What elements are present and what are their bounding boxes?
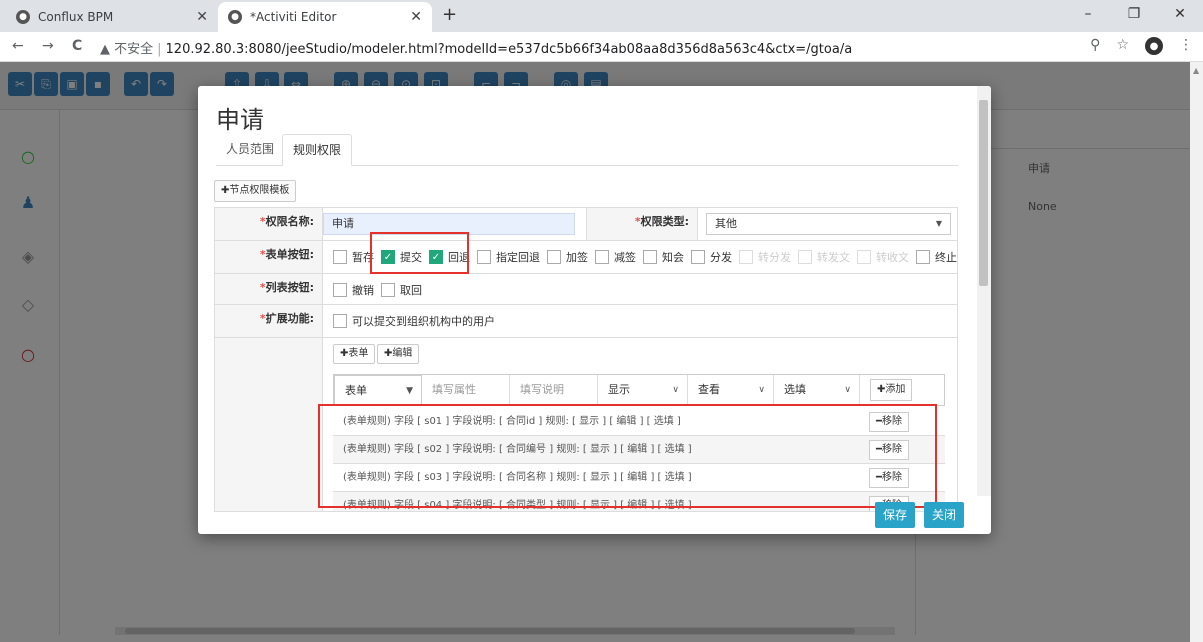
minimize-button[interactable]: – <box>1065 0 1111 32</box>
url-field[interactable]: ▲ 不安全 | 120.92.80.3:8080/jeeStudio/modeler… <box>100 38 852 57</box>
checkbox[interactable] <box>333 283 347 297</box>
window-controls: – ❐ ✕ <box>1065 0 1203 32</box>
checkbox[interactable] <box>691 250 705 264</box>
checkbox <box>798 250 812 264</box>
checkbox[interactable] <box>547 250 561 264</box>
checkbox[interactable] <box>595 250 609 264</box>
tab-title: Conflux BPM <box>38 10 114 24</box>
checkbox[interactable] <box>916 250 930 264</box>
checkbox <box>857 250 871 264</box>
new-tab-button[interactable]: + <box>442 4 457 25</box>
list-buttons-label: *列表按钮: <box>215 274 323 304</box>
modal-scrollbar[interactable] <box>977 86 991 496</box>
form_buttons-label: 分发 <box>710 251 732 264</box>
browser-tab-conflux[interactable]: ● Conflux BPM ✕ <box>6 2 218 32</box>
view-select[interactable]: 查看 ∨ <box>688 375 774 405</box>
form_buttons-label: 加签 <box>566 251 588 264</box>
tab-personnel-scope[interactable]: 人员范围 <box>216 134 284 166</box>
show-select[interactable]: 显示 ∨ <box>598 375 688 405</box>
checkbox[interactable] <box>477 250 491 264</box>
form-buttons-label: *表单按钮: <box>215 241 323 273</box>
rule-input-row: 表单 ▼ 填写属性 填写说明 显示 ∨ 查看 ∨ 选填 ∨ ✚添加 <box>333 374 945 406</box>
menu-icon[interactable]: ⋮ <box>1179 37 1193 55</box>
page-scrollbar[interactable]: ▲ <box>1190 62 1203 642</box>
add-rule-button[interactable]: ✚添加 <box>870 379 913 401</box>
form-row-form-buttons: *表单按钮: 暂存 ✓ 提交 ✓ 回退 指定回退 加签 减签 知会 分发 转分发 转发文 转收文 终止 <box>215 241 957 274</box>
star-icon[interactable]: ☆ <box>1116 37 1129 55</box>
form-row-list-buttons: *列表按钮: 撤销 取回 <box>215 274 957 305</box>
globe-icon: ● <box>16 10 30 24</box>
highlight-box-buttons <box>370 232 469 274</box>
form_buttons-label: 减签 <box>614 251 636 264</box>
form_buttons-label: 知会 <box>662 251 684 264</box>
add-form-rule-button[interactable]: ✚表单 <box>333 344 376 364</box>
checkbox[interactable] <box>333 314 347 328</box>
form-row-name-type: *权限名称: 申请 *权限类型: 其他 ▼ <box>215 208 957 241</box>
highlight-box-rules <box>318 404 937 508</box>
browser-tab-activiti[interactable]: ● *Activiti Editor ✕ <box>218 2 432 32</box>
globe-icon: ● <box>228 10 242 24</box>
form_buttons-label: 指定回退 <box>496 251 540 264</box>
rule-type-select[interactable]: 表单 ▼ <box>334 375 422 405</box>
reload-button[interactable]: C <box>72 38 82 54</box>
form_buttons-label: 转分发 <box>758 251 791 264</box>
extension-label: *扩展功能: <box>215 305 323 337</box>
list_buttons-label: 取回 <box>400 284 422 297</box>
maximize-button[interactable]: ❐ <box>1111 0 1157 32</box>
form-row-extension: *扩展功能: 可以提交到组织机构中的用户 <box>215 305 957 338</box>
attr-input[interactable]: 填写属性 <box>422 375 510 405</box>
account-icon[interactable]: ● <box>1145 37 1163 55</box>
checkbox <box>739 250 753 264</box>
forward-button[interactable]: → <box>42 38 54 54</box>
permission-modal: 申请 人员范围 规则权限 ✚节点权限模板 *权限名称: 申请 *权限类型: 其他… <box>198 86 991 534</box>
desc-input[interactable]: 填写说明 <box>510 375 598 405</box>
checkbox[interactable] <box>643 250 657 264</box>
form_buttons-label: 转发文 <box>817 251 850 264</box>
perm-type-label: *权限类型: <box>586 208 698 240</box>
perm-name-label: *权限名称: <box>215 208 323 240</box>
close-button[interactable]: 关闭 <box>924 502 965 528</box>
window-close-button[interactable]: ✕ <box>1157 0 1203 32</box>
list-buttons-checkboxes: 撤销 取回 <box>333 282 422 298</box>
form_buttons-label: 终止 <box>935 251 957 264</box>
form_buttons-label: 转收文 <box>876 251 909 264</box>
node-permission-template-button[interactable]: ✚节点权限模板 <box>214 180 297 202</box>
url-text: 120.92.80.3:8080/jeeStudio/modeler.html?… <box>165 42 853 57</box>
address-bar: ← → C ▲ 不安全 | 120.92.80.3:8080/jeeStudio/m… <box>0 32 1203 62</box>
tab-rule-permission[interactable]: 规则权限 <box>282 134 353 166</box>
fill-select[interactable]: 选填 ∨ <box>774 375 860 405</box>
modal-title: 申请 <box>216 106 264 134</box>
rules-label <box>215 338 323 511</box>
close-icon[interactable]: ✕ <box>196 9 208 25</box>
modal-tabs: 人员范围 规则权限 <box>216 134 958 166</box>
add-edit-rule-button[interactable]: ✚编辑 <box>377 344 420 364</box>
list_buttons-label: 撤销 <box>352 284 374 297</box>
checkbox[interactable] <box>333 250 347 264</box>
zoom-icon[interactable]: ⚲ <box>1090 37 1100 55</box>
close-icon[interactable]: ✕ <box>410 9 422 25</box>
back-button[interactable]: ← <box>12 38 24 54</box>
extension-option[interactable]: 可以提交到组织机构中的用户 <box>333 313 495 329</box>
checkbox[interactable] <box>381 283 395 297</box>
address-actions: ⚲ ☆ ● ⋮ <box>1090 37 1193 55</box>
perm-type-select[interactable]: 其他 ▼ <box>706 213 951 235</box>
security-warning[interactable]: ▲ 不安全 <box>100 42 153 57</box>
browser-tabstrip: ● Conflux BPM ✕ ● *Activiti Editor ✕ + –… <box>0 0 1203 32</box>
save-button[interactable]: 保存 <box>875 502 916 528</box>
tab-title: *Activiti Editor <box>250 10 337 24</box>
